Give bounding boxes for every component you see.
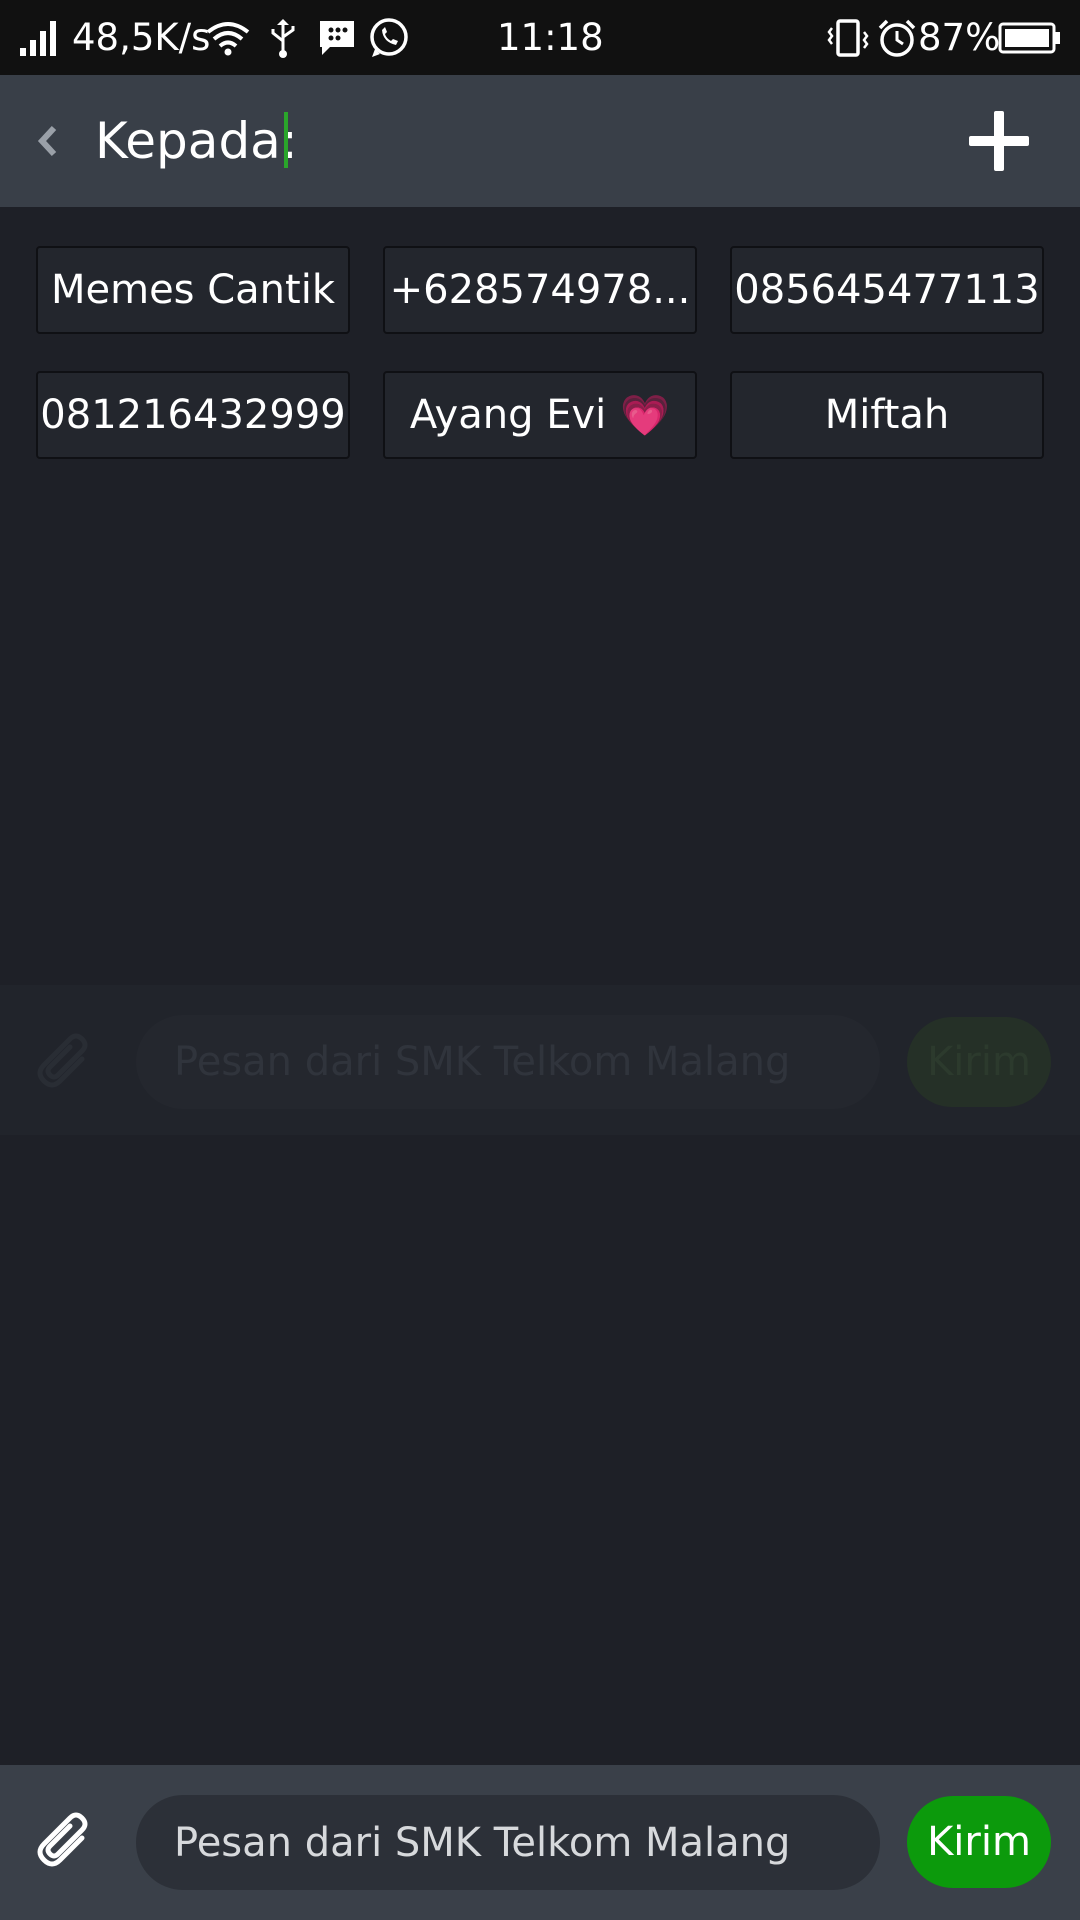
recipient-chip[interactable]: 085645477113 [730,246,1044,334]
message-input-ghost: Pesan dari SMK Telkom Malang [136,1015,880,1109]
recipient-chip[interactable]: +628574978... [383,246,697,334]
network-speed: 48,5K/s [72,16,211,59]
paperclip-icon [30,1031,102,1103]
wifi-icon [205,0,251,75]
usb-icon [268,0,298,75]
clock: 11:18 [497,16,604,59]
send-button-ghost: Kirim [907,1017,1051,1107]
bbm-icon [316,0,358,75]
battery-percent: 87% [918,16,1001,59]
composer-bar: Pesan dari SMK Telkom Malang Kirim [0,1765,1080,1920]
text-cursor [284,112,288,168]
paperclip-icon[interactable] [30,1810,102,1882]
heart-emoji: 💗 [620,392,671,439]
composer-ghost: Pesan dari SMK Telkom Malang Kirim [0,985,1080,1135]
send-button[interactable]: Kirim [907,1796,1051,1888]
chevron-left-icon[interactable] [28,116,68,166]
whatsapp-icon [367,0,411,75]
vibrate-icon [827,0,869,75]
recipient-list: Memes Cantik +628574978... 085645477113 … [36,246,1044,459]
recipient-chip[interactable]: Memes Cantik [36,246,350,334]
battery-icon [998,0,1062,75]
recipient-header: Kepada: [0,75,1080,207]
plus-icon[interactable] [967,109,1031,173]
recipient-input-label[interactable]: Kepada: [95,75,298,207]
recipient-chip[interactable]: 081216432999 [36,371,350,459]
message-input[interactable]: Pesan dari SMK Telkom Malang [136,1795,880,1890]
recipient-chip[interactable]: Miftah [730,371,1044,459]
signal-icon [18,0,62,75]
status-bar: 48,5K/s 11:18 87% [0,0,1080,75]
recipient-chip[interactable]: Ayang Evi 💗 [383,371,697,459]
alarm-icon [876,0,918,75]
